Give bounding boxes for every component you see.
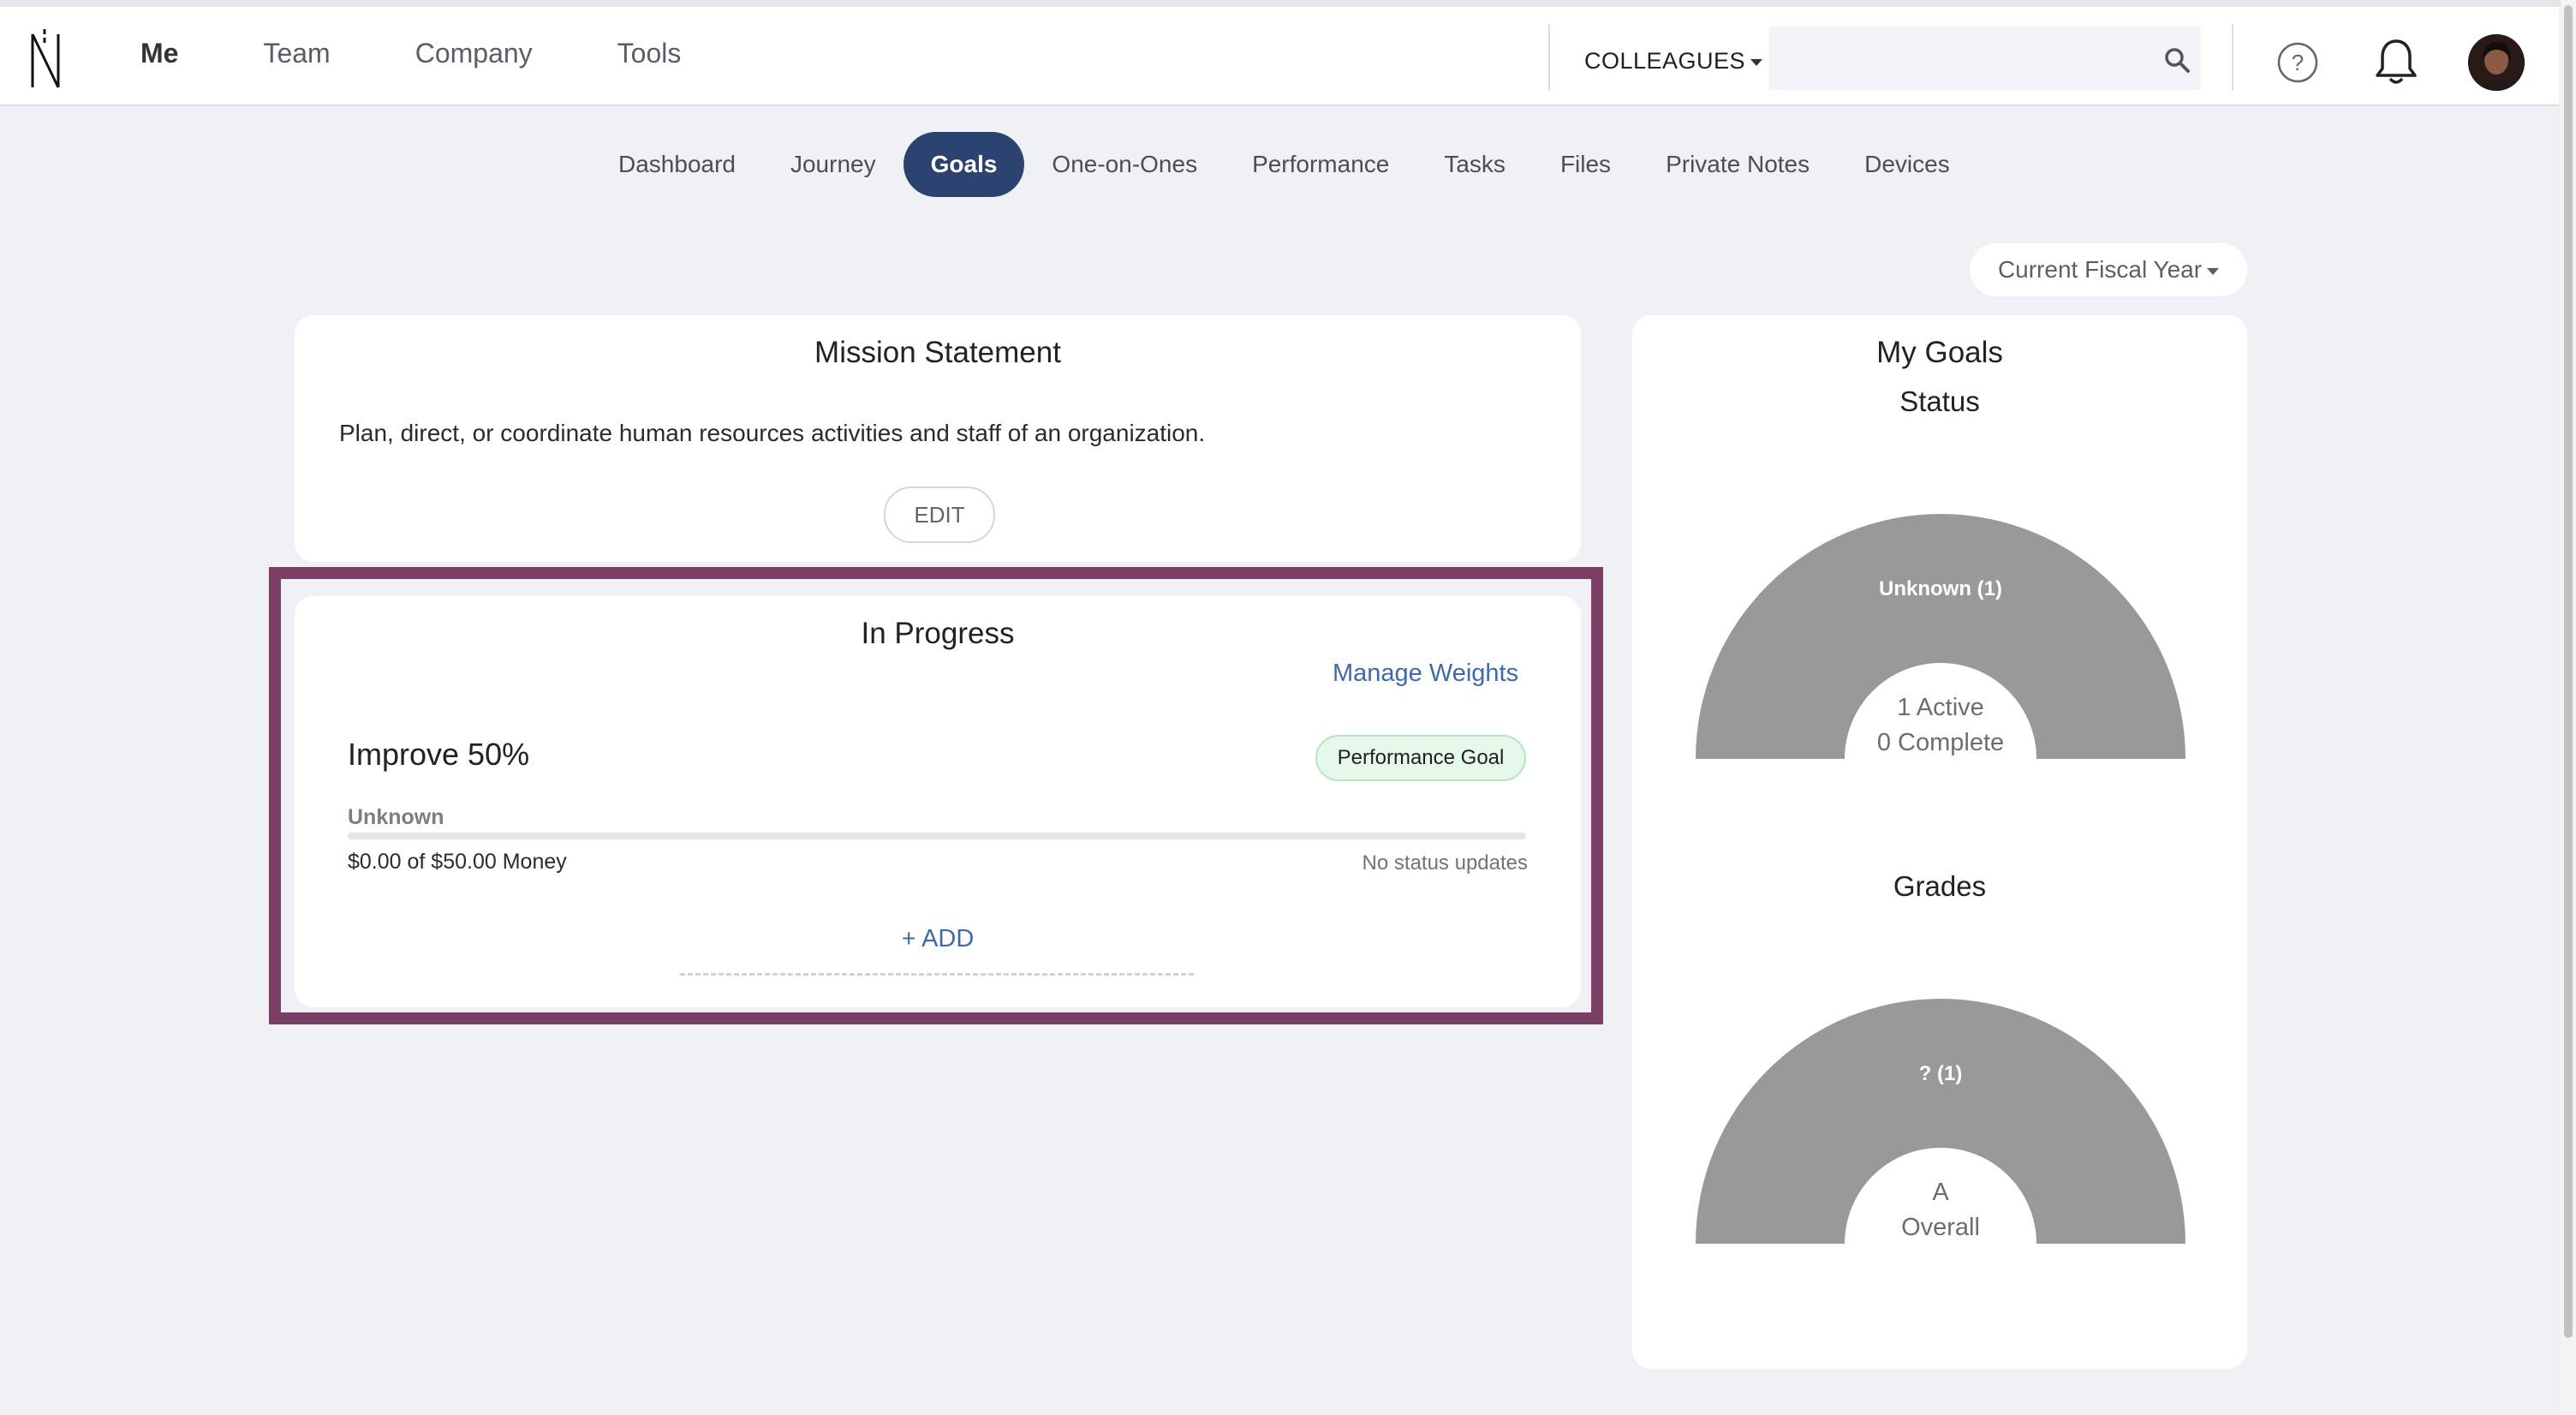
grades-title: Grades	[1893, 870, 1987, 902]
search-icon[interactable]	[2163, 46, 2191, 74]
mission-statement-card: Mission Statement Plan, direct, or coord…	[295, 315, 1581, 562]
dashed-divider	[680, 973, 1194, 976]
manage-weights-link[interactable]: Manage Weights	[1333, 660, 1518, 688]
tab-goals[interactable]: Goals	[903, 132, 1025, 197]
bell-icon[interactable]	[2374, 38, 2418, 87]
scrollbar-thumb[interactable]	[2564, 5, 2573, 1338]
goal-updates: No status updates	[1362, 851, 1528, 875]
status-slice-label: Unknown (1)	[1879, 577, 2002, 600]
in-progress-card: In Progress Manage Weights Improve 50% P…	[295, 596, 1581, 1007]
help-icon[interactable]: ?	[2276, 41, 2319, 84]
status-gauge: Unknown (1) 1 Active 0 Complete	[1696, 514, 2185, 762]
tab-tasks[interactable]: Tasks	[1416, 132, 1533, 197]
in-progress-title: In Progress	[861, 617, 1015, 650]
my-goals-title: My Goals	[1876, 336, 2003, 369]
nav-company[interactable]: Company	[415, 38, 533, 69]
caret-down-icon	[2207, 267, 2220, 275]
my-goals-card: My Goals Status Unknown (1) 1 Active 0 C…	[1632, 315, 2247, 1369]
nav-me[interactable]: Me	[140, 38, 178, 69]
colleagues-dropdown[interactable]: COLLEAGUES	[1584, 48, 1763, 75]
edit-button[interactable]: EDIT	[884, 487, 995, 543]
main-nav: Me Team Company Tools	[140, 38, 766, 69]
goal-title[interactable]: Improve 50%	[348, 737, 529, 773]
nav-tools[interactable]: Tools	[617, 38, 682, 69]
svg-text:?: ?	[2292, 50, 2304, 75]
top-navbar: Me Team Company Tools COLLEAGUES ?	[0, 7, 2559, 106]
goal-type-badge: Performance Goal	[1315, 735, 1526, 781]
nav-divider	[1548, 24, 1550, 91]
search-input[interactable]	[1769, 27, 2201, 90]
fiscal-year-dropdown[interactable]: Current Fiscal Year	[1970, 243, 2247, 296]
colleagues-label: COLLEAGUES	[1584, 48, 1746, 74]
grades-overall-label: Overall	[1901, 1214, 1980, 1241]
caret-down-icon	[1750, 58, 1763, 66]
page-scrollbar[interactable]	[2561, 0, 2576, 1415]
tab-one-on-ones[interactable]: One-on-Ones	[1024, 132, 1225, 197]
mission-text: Plan, direct, or coordinate human resour…	[339, 420, 1206, 446]
grades-gauge: ? (1) A Overall	[1696, 999, 2185, 1247]
app-logo[interactable]	[26, 26, 67, 94]
grades-slice-label: ? (1)	[1918, 1062, 1963, 1085]
mission-title: Mission Statement	[814, 336, 1061, 369]
add-goal-button[interactable]: + ADD	[295, 925, 1581, 953]
goal-progress-bar	[348, 833, 1526, 839]
nav-divider	[2232, 24, 2233, 91]
tab-performance[interactable]: Performance	[1225, 132, 1416, 197]
status-complete-count: 0 Complete	[1876, 729, 2005, 756]
tab-journey[interactable]: Journey	[763, 132, 903, 197]
status-title: Status	[1899, 385, 1980, 417]
grades-letter: A	[1932, 1179, 1949, 1206]
goal-amount: $0.00 of $50.00 Money	[348, 850, 567, 874]
status-active-count: 1 Active	[1897, 694, 1984, 721]
tab-files[interactable]: Files	[1533, 132, 1638, 197]
nav-team[interactable]: Team	[263, 38, 330, 69]
tab-private-notes[interactable]: Private Notes	[1638, 132, 1837, 197]
tab-dashboard[interactable]: Dashboard	[591, 132, 763, 197]
user-avatar[interactable]	[2468, 34, 2525, 91]
fiscal-year-label: Current Fiscal Year	[1997, 256, 2203, 283]
tab-devices[interactable]: Devices	[1837, 132, 1977, 197]
top-border	[0, 0, 2561, 7]
goal-status: Unknown	[348, 805, 444, 829]
